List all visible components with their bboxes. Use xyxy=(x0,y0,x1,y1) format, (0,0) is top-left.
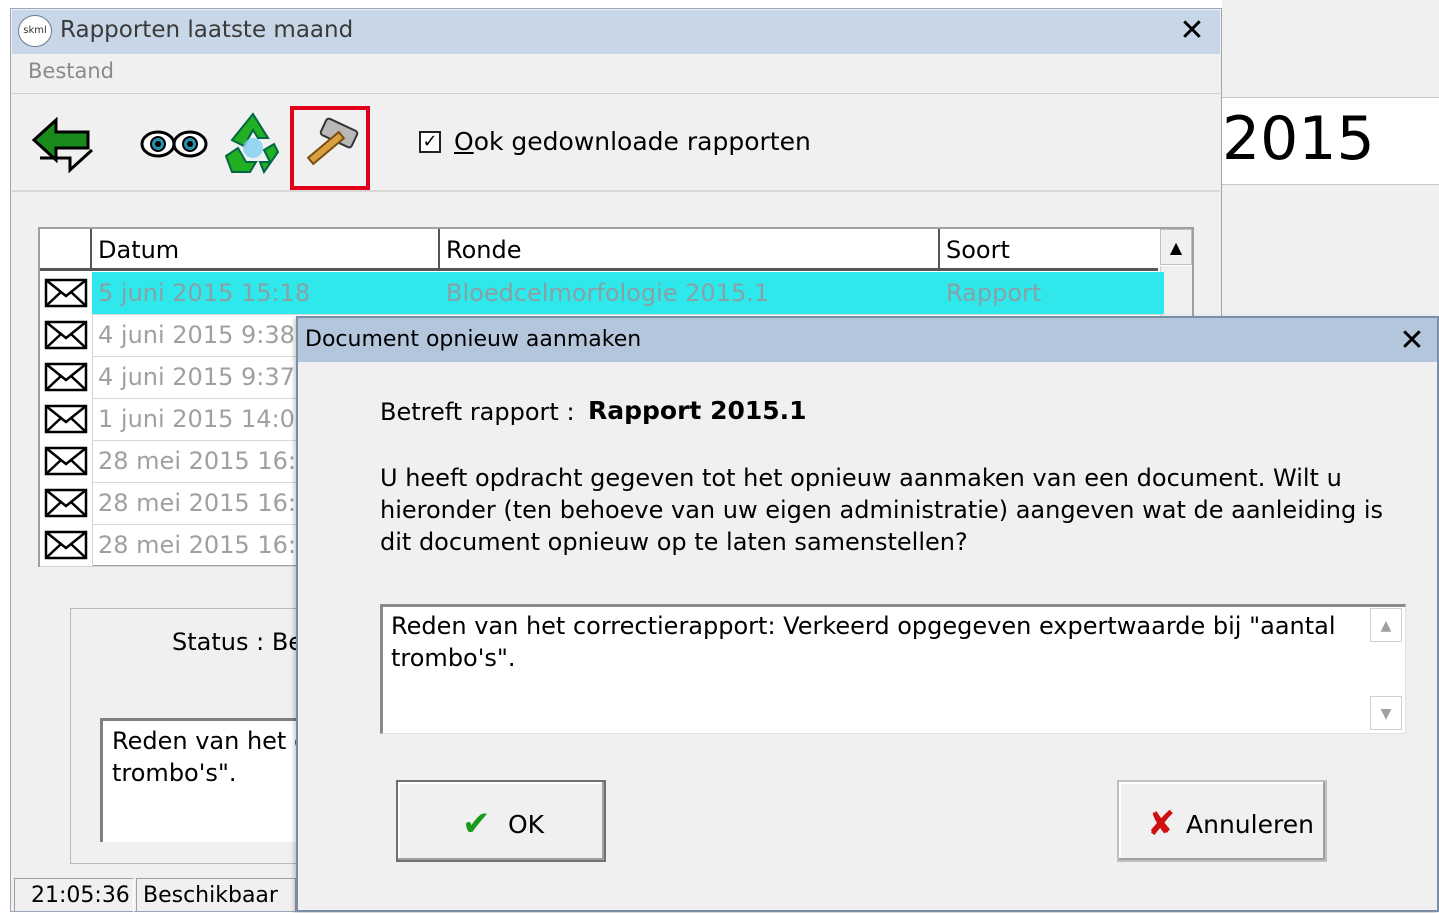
textarea-scroll-down-button[interactable]: ▼ xyxy=(1370,696,1402,730)
cancel-x-icon: ✘ xyxy=(1147,804,1176,844)
status-label: Status : Be xyxy=(172,628,304,656)
cell-datum: 5 juni 2015 15:18 xyxy=(92,272,446,315)
reason-text[interactable]: Reden van het correctierapport: Verkeerd… xyxy=(391,610,1351,674)
column-header-ronde[interactable]: Ronde xyxy=(440,229,940,271)
statusbar-state: Beschikbaar xyxy=(136,878,296,912)
envelope-icon xyxy=(40,272,93,315)
statusbar-time: 21:05:36 xyxy=(14,878,134,912)
main-window-title: Rapporten laatste maand xyxy=(60,17,354,43)
grid-corner-header xyxy=(40,229,92,271)
menu-bar xyxy=(12,56,1220,94)
main-close-button[interactable]: ✕ xyxy=(1172,14,1212,48)
ok-button-label[interactable]: OK xyxy=(508,810,544,839)
cancel-button-label[interactable]: Annuleren xyxy=(1186,810,1314,839)
menu-bestand[interactable]: Bestand xyxy=(28,59,114,83)
eyes-icon[interactable] xyxy=(140,110,208,176)
textarea-scroll-up-button[interactable]: ▲ xyxy=(1370,608,1402,642)
background-year-text: 2015 xyxy=(1222,104,1375,174)
ok-button[interactable] xyxy=(396,780,606,862)
envelope-icon xyxy=(40,440,93,483)
downloaded-reports-checkbox[interactable]: ✓ xyxy=(419,131,441,153)
dialog-close-button[interactable]: ✕ xyxy=(1392,324,1432,358)
dialog-message: U heeft opdracht gegeven tot het opnieuw… xyxy=(380,464,1384,556)
status-reason-text: Reden van het c trombo's". xyxy=(112,727,307,787)
betreft-label: Betreft rapport : xyxy=(380,398,575,426)
betreft-value: Rapport 2015.1 xyxy=(588,396,807,425)
dialog-title: Document opnieuw aanmaken xyxy=(305,327,642,352)
grid-scroll-up-button[interactable]: ▲ xyxy=(1160,229,1192,265)
downloaded-reports-label[interactable]: Ook gedownloade rapporten xyxy=(454,127,811,156)
back-arrow-icon[interactable] xyxy=(30,110,96,176)
column-header-datum[interactable]: Datum xyxy=(92,229,440,271)
envelope-icon xyxy=(40,398,93,441)
checkmark-icon: ✔ xyxy=(462,804,491,844)
table-row[interactable]: 5 juni 2015 15:18 Bloedcelmorfologie 201… xyxy=(40,272,1164,315)
envelope-icon xyxy=(40,524,93,567)
envelope-icon xyxy=(40,482,93,525)
skml-logo-icon: skml xyxy=(18,15,52,47)
cell-ronde: Bloedcelmorfologie 2015.1 xyxy=(440,272,946,315)
cell-soort: Rapport xyxy=(940,272,1164,315)
envelope-icon xyxy=(40,314,93,357)
column-header-soort[interactable]: Soort xyxy=(940,229,1158,271)
hammer-icon xyxy=(306,117,359,166)
envelope-icon xyxy=(40,356,93,399)
recycle-icon[interactable] xyxy=(220,110,286,176)
hammer-button[interactable] xyxy=(290,106,370,190)
